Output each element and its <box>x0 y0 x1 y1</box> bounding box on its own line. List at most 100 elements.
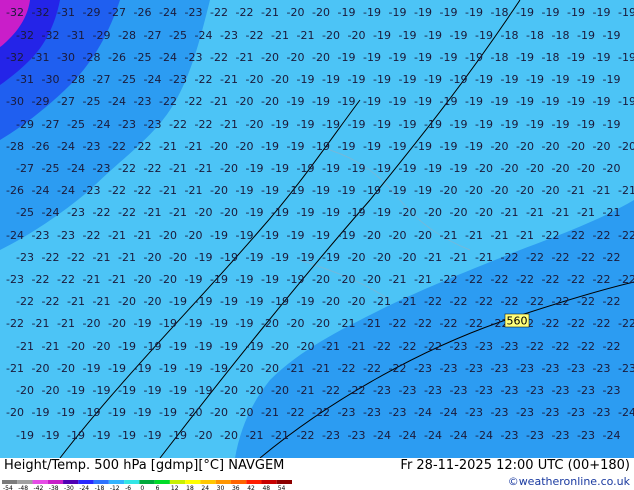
temperature-value: -23 <box>552 429 570 442</box>
temperature-value: -19 <box>373 206 391 219</box>
temperature-value: -21 <box>287 362 305 375</box>
temperature-value: -21 <box>108 273 126 286</box>
temperature-value: -19 <box>465 95 483 108</box>
temperature-value: -21 <box>577 206 595 219</box>
temperature-value: -20 <box>312 6 330 19</box>
temperature-value: -23 <box>577 384 595 397</box>
temperature-value: -20 <box>526 162 544 175</box>
temperature-value: -19 <box>363 95 381 108</box>
temperature-value: -23 <box>440 362 458 375</box>
temperature-value: -20 <box>236 406 254 419</box>
temperature-value: -23 <box>83 184 101 197</box>
temperature-value: -21 <box>424 251 442 264</box>
temperature-value: -22 <box>603 340 621 353</box>
temperature-value: -20 <box>348 251 366 264</box>
temperature-value: -19 <box>57 406 75 419</box>
temperature-value: -31 <box>67 29 85 42</box>
temperature-value: -26 <box>108 51 126 64</box>
temperature-value: -22 <box>338 362 356 375</box>
temperature-value: -22 <box>567 317 585 330</box>
temperature-value: -19 <box>593 51 611 64</box>
temperature-value: -20 <box>246 118 264 131</box>
temperature-value: -22 <box>450 295 468 308</box>
temperature-value: -19 <box>593 95 611 108</box>
temperature-value: -19 <box>348 73 366 86</box>
temperature-value: -23 <box>465 406 483 419</box>
temperature-value: -20 <box>57 362 75 375</box>
temperature-value: -21 <box>618 184 634 197</box>
temperature-value: -19 <box>322 251 340 264</box>
temperature-value: -19 <box>271 206 289 219</box>
temperature-value: -22 <box>57 273 75 286</box>
temperature-value: -22 <box>526 251 544 264</box>
temperature-value: -32 <box>32 6 50 19</box>
temperature-value: -19 <box>491 95 509 108</box>
temperature-value: -21 <box>516 229 534 242</box>
temperature-value: -22 <box>373 340 391 353</box>
temperature-value: -22 <box>118 206 136 219</box>
temperature-value: -22 <box>577 340 595 353</box>
temperature-value: -19 <box>338 229 356 242</box>
temperature-value: -23 <box>526 384 544 397</box>
temperature-value: -21 <box>246 429 264 442</box>
temperature-value: -19 <box>618 95 634 108</box>
temperature-value: -23 <box>389 406 407 419</box>
temperature-value: -19 <box>389 95 407 108</box>
temperature-value: -19 <box>516 6 534 19</box>
temperature-value: -24 <box>6 229 24 242</box>
temperature-value: -19 <box>195 340 213 353</box>
temperature-value: -21 <box>32 317 50 330</box>
temperature-value: -19 <box>169 340 187 353</box>
temperature-value: -23 <box>83 140 101 153</box>
temperature-value: -22 <box>542 317 560 330</box>
scale-label: -6 <box>125 485 131 490</box>
temperature-value: -22 <box>577 295 595 308</box>
temperature-value: -19 <box>108 406 126 419</box>
temperature-value: -29 <box>83 6 101 19</box>
temperature-value: -22 <box>526 340 544 353</box>
temperature-value: -23 <box>338 406 356 419</box>
temperature-value: -21 <box>108 229 126 242</box>
scale-label: 24 <box>201 485 209 490</box>
temperature-value: -19 <box>271 251 289 264</box>
temperature-value: -22 <box>185 95 203 108</box>
temperature-value: -20 <box>297 340 315 353</box>
temperature-value: -26 <box>32 140 50 153</box>
temperature-value: -23 <box>450 384 468 397</box>
temperature-value: -22 <box>195 73 213 86</box>
temperature-value: -19 <box>465 51 483 64</box>
scale-label: -54 <box>3 485 13 490</box>
temperature-value: -20 <box>16 384 34 397</box>
temperature-value: -22 <box>542 229 560 242</box>
temperature-value: -19 <box>542 6 560 19</box>
temperature-value: -20 <box>440 184 458 197</box>
temperature-value: -22 <box>577 251 595 264</box>
temperature-value: -20 <box>210 406 228 419</box>
temperature-value: -19 <box>185 317 203 330</box>
temperature-value: -31 <box>32 51 50 64</box>
temperature-value: -22 <box>210 51 228 64</box>
temperature-value: -19 <box>338 51 356 64</box>
temperature-value: -19 <box>297 206 315 219</box>
temperature-value: -24 <box>475 429 493 442</box>
temperature-value: -19 <box>159 406 177 419</box>
temperature-value: -19 <box>246 340 264 353</box>
temperature-value: -19 <box>552 118 570 131</box>
temperature-value: -23 <box>322 429 340 442</box>
temperature-value: -22 <box>236 6 254 19</box>
temperature-value: -25 <box>42 162 60 175</box>
scale-swatch <box>246 480 262 484</box>
temperature-value: -22 <box>134 184 152 197</box>
map-canvas: -32 -32 -31 -29 -27 -26 -24 -23 -22 -22 -21 -20 -20-… <box>0 0 634 458</box>
temperature-value: -20 <box>389 229 407 242</box>
temperature-value: -20 <box>236 362 254 375</box>
temperature-value: -29 <box>32 95 50 108</box>
temperature-value: -23 <box>93 162 111 175</box>
temperature-value: -19 <box>440 51 458 64</box>
temperature-value: -26 <box>134 6 152 19</box>
scale-label: 36 <box>232 485 240 490</box>
temperature-value: -24 <box>450 429 468 442</box>
temperature-value: -19 <box>373 118 391 131</box>
temperature-value: -20 <box>159 229 177 242</box>
temperature-value: -23 <box>373 384 391 397</box>
